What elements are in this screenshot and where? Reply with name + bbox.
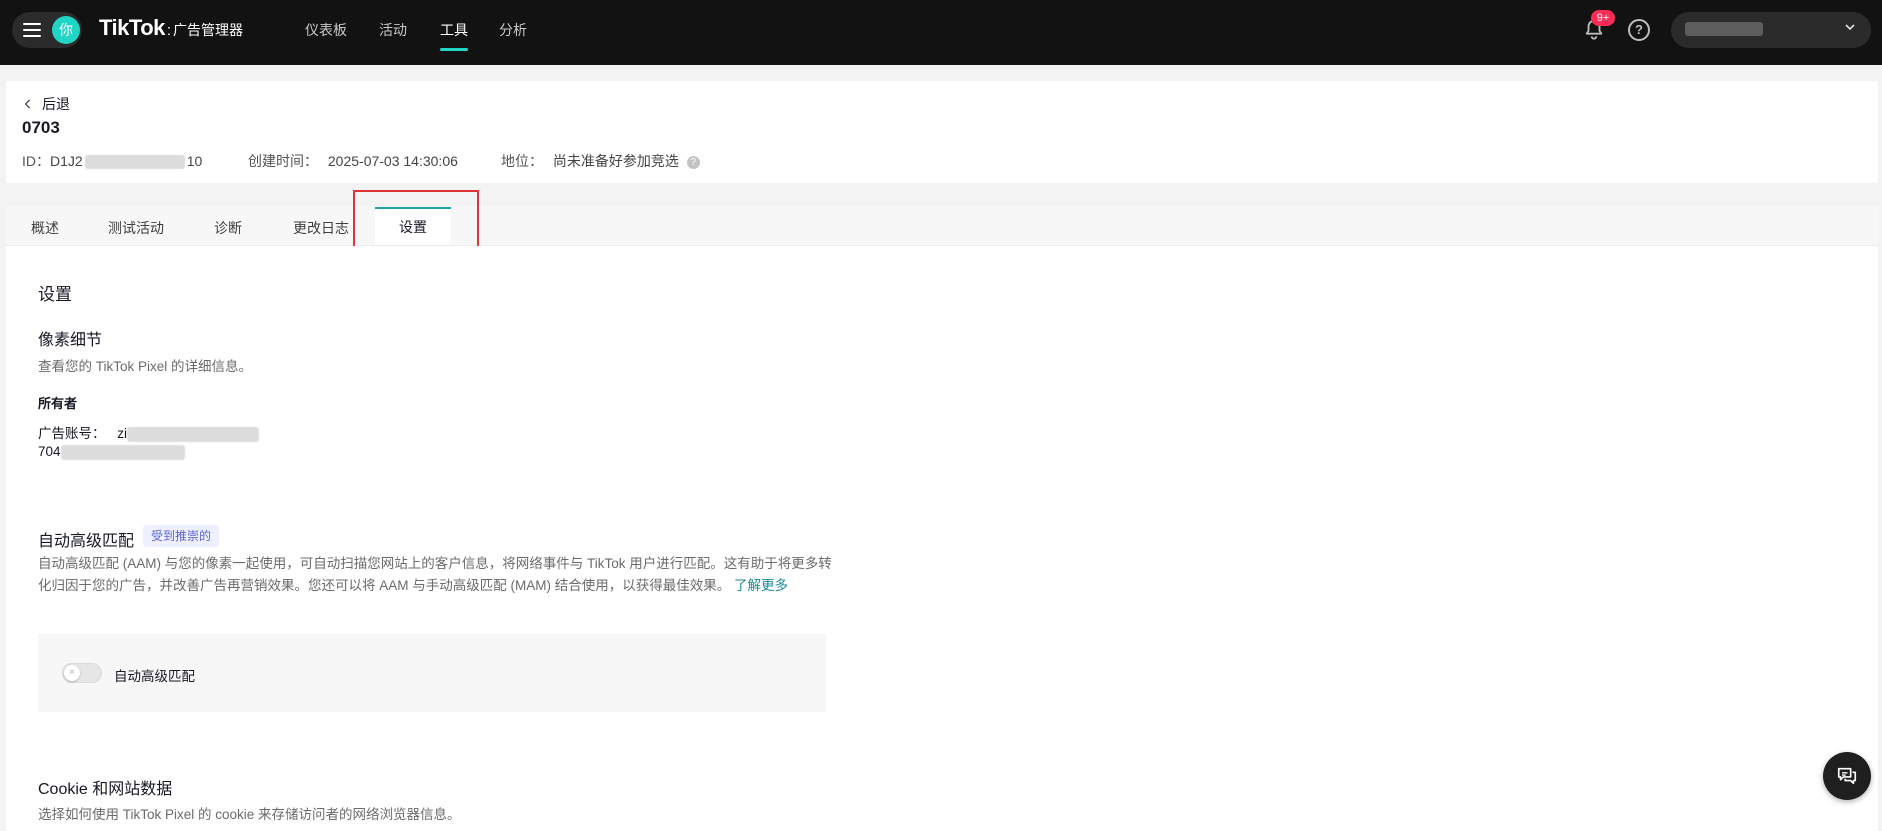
learn-more-link[interactable]: 了解更多: [734, 578, 788, 593]
created-time: 创建时间： 2025-07-03 14:30:06: [248, 151, 458, 171]
cookie-title: Cookie 和网站数据: [38, 781, 173, 798]
account-name-redacted: [1685, 22, 1763, 36]
tiktok-ads-manager-logo[interactable]: TikTok : 广告管理器: [99, 15, 243, 45]
pixel-header-card: 后退 0703 ID：D1J2 10 创建时间： 2025-07-03 14:30…: [6, 81, 1878, 183]
account-switcher[interactable]: [1671, 12, 1871, 48]
pixel-id-redacted: [84, 155, 185, 170]
tab-test-events[interactable]: 测试活动: [108, 218, 164, 238]
page-title: 0703: [22, 118, 60, 137]
aam-description: 自动高级匹配 (AAM) 与您的像素一起使用，可自动扫描您网站上的客户信息，将网…: [38, 553, 833, 597]
back-label: 后退: [42, 96, 70, 112]
created-time-label: 创建时间：: [248, 153, 318, 169]
top-navigation-bar: 你 TikTok : 广告管理器 仪表板 活动 工具 分析 9+ ?: [0, 0, 1882, 65]
chevron-left-icon: [24, 99, 31, 109]
nav-item-campaigns[interactable]: 活动: [379, 20, 407, 46]
recommended-tag: 受到推崇的: [143, 525, 220, 547]
close-icon: ×: [64, 665, 80, 681]
nav-active-indicator: [440, 48, 468, 51]
pixel-details-title: 像素细节: [38, 332, 103, 349]
settings-panel: 设置 像素细节 查看您的 TikTok Pixel 的详细信息。 所有者 广告账…: [6, 246, 1878, 831]
tab-bar: 概述 测试活动 诊断 更改日志: [6, 206, 1878, 246]
status-value: 尚未准备好参加竞选: [552, 153, 679, 169]
aam-switch-container: × 自动高级匹配: [38, 634, 826, 712]
pixel-id-suffix: 10: [186, 153, 203, 169]
created-time-value: 2025-07-03 14:30:06: [327, 153, 458, 169]
pixel-id-label: ID：: [22, 153, 50, 169]
nav-item-analytics[interactable]: 分析: [499, 20, 527, 46]
tab-overview[interactable]: 概述: [31, 218, 59, 238]
tab-change-log[interactable]: 更改日志: [293, 218, 349, 238]
owner-label: 所有者: [38, 396, 78, 411]
logo-sub-text: 广告管理器: [173, 22, 244, 38]
notification-badge: 9+: [1591, 10, 1615, 26]
nav-item-tools-label: 工具: [440, 22, 468, 38]
ad-account-name-prefix: zi: [117, 426, 128, 441]
ad-account-id-redacted: [60, 444, 185, 460]
chat-support-button[interactable]: [1823, 752, 1871, 800]
tab-diagnostics[interactable]: 诊断: [214, 218, 242, 238]
cookie-desc: 选择如何使用 TikTok Pixel 的 cookie 来存储访问者的网络浏览…: [38, 807, 461, 822]
nav-item-tools[interactable]: 工具: [440, 20, 468, 51]
pixel-details-desc: 查看您的 TikTok Pixel 的详细信息。: [38, 359, 253, 374]
back-button[interactable]: 后退: [24, 94, 70, 114]
aam-description-text: 自动高级匹配 (AAM) 与您的像素一起使用，可自动扫描您网站上的客户信息，将网…: [38, 556, 832, 593]
help-icon[interactable]: ?: [1628, 19, 1650, 41]
settings-title: 设置: [38, 285, 72, 304]
ad-account-id-line: 704: [38, 444, 185, 460]
logo-main-text: TikTok: [99, 15, 165, 40]
status: 地位： 尚未准备好参加竞选 ?: [501, 151, 700, 171]
chevron-down-icon: [1845, 24, 1855, 31]
ad-account-label: 广告账号：: [38, 426, 106, 441]
ad-account-name-redacted: [127, 426, 260, 442]
user-avatar[interactable]: 你: [52, 16, 80, 44]
menu-icon[interactable]: [23, 23, 41, 37]
logo-colon: :: [166, 22, 172, 39]
question-icon[interactable]: ?: [686, 155, 700, 169]
menu-toggle[interactable]: 你: [12, 12, 82, 48]
pixel-id: ID：D1J2 10: [22, 151, 202, 171]
nav-item-dashboard[interactable]: 仪表板: [305, 20, 347, 46]
aam-title: 自动高级匹配: [38, 533, 135, 550]
ad-account-line: 广告账号： zi: [38, 422, 260, 442]
pixel-id-prefix: D1J2: [50, 153, 83, 169]
chat-icon: [1837, 767, 1857, 785]
aam-switch-label: 自动高级匹配: [114, 669, 195, 684]
aam-toggle-switch[interactable]: ×: [62, 663, 102, 683]
ad-account-id-prefix: 704: [38, 444, 61, 459]
status-label: 地位：: [501, 153, 543, 169]
